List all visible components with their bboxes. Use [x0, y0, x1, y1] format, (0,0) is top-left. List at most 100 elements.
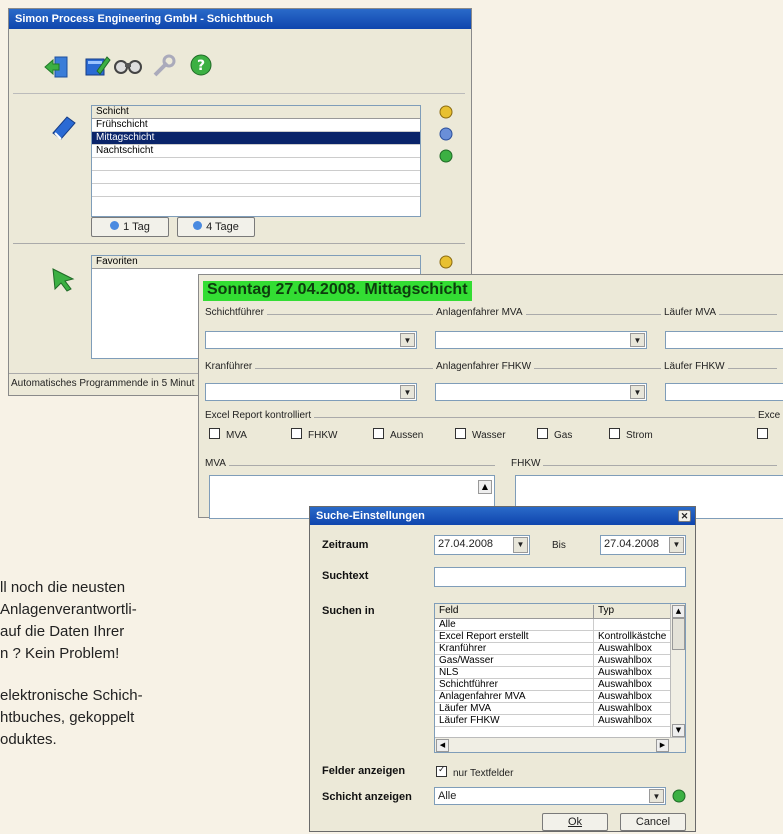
binoculars-icon[interactable] — [113, 55, 143, 75]
list-item[interactable] — [92, 184, 420, 197]
row-feld: Excel Report erstellt — [439, 631, 529, 642]
ok-button[interactable]: Ok — [542, 813, 608, 831]
close-button[interactable]: ✕ — [678, 510, 691, 522]
scroll-left-button[interactable]: ◀ — [436, 739, 449, 752]
check-strom[interactable]: Strom — [609, 428, 653, 441]
schicht-select[interactable]: Alle ▼ — [434, 787, 666, 805]
checkbox[interactable] — [209, 428, 220, 439]
favorites-header[interactable]: Favoriten — [92, 256, 420, 269]
search-dialog: Suche-Einstellungen ✕ Zeitraum 27.04.200… — [309, 506, 696, 832]
table-row[interactable]: Gas/Wasser Auswahlbox — [435, 655, 671, 667]
list-item[interactable] — [92, 158, 420, 171]
four-days-button[interactable]: 4 Tage — [177, 217, 255, 237]
kranfuehrer-label: Kranführer — [205, 361, 256, 372]
checkbox[interactable]: ✓ — [436, 764, 447, 777]
schichtfuehrer-select[interactable]: ▼ — [205, 331, 417, 349]
suchtext-label: Suchtext — [322, 570, 369, 582]
row-typ: Auswahlbox — [593, 667, 652, 678]
check-gas[interactable]: Gas — [537, 428, 572, 441]
checkbox[interactable] — [609, 428, 620, 439]
check-label: Strom — [626, 430, 653, 441]
wrench-icon[interactable] — [151, 53, 177, 79]
table-row[interactable]: Alle — [435, 619, 671, 631]
from-date-picker[interactable]: 27.04.2008 ▼ — [434, 535, 530, 555]
globe-icon — [110, 221, 120, 230]
checkbox[interactable] — [455, 428, 466, 439]
chevron-down-icon[interactable]: ▼ — [400, 385, 415, 399]
check-wasser[interactable]: Wasser — [455, 428, 506, 441]
table-row[interactable]: Kranführer Auswahlbox — [435, 643, 671, 655]
help-icon[interactable]: ? — [189, 53, 213, 77]
scroll-thumb[interactable] — [672, 618, 685, 650]
globe-icon — [193, 221, 203, 230]
checkbox[interactable] — [291, 428, 302, 439]
chevron-down-icon[interactable]: ▼ — [630, 333, 645, 347]
kranfuehrer-select[interactable]: ▼ — [205, 383, 417, 401]
list-item[interactable] — [92, 171, 420, 184]
table-row[interactable]: Anlagenfahrer MVA Auswahlbox — [435, 691, 671, 703]
chevron-down-icon[interactable]: ▼ — [630, 385, 645, 399]
felder-label: Felder anzeigen — [322, 765, 406, 777]
schichtfuehrer-label: Schichtführer — [205, 307, 267, 318]
laeufer-mva-select[interactable] — [665, 331, 783, 349]
row-typ: Auswahlbox — [593, 703, 652, 714]
book-edit-icon[interactable] — [83, 53, 111, 79]
anlagenfahrer-mva-label: Anlagenfahrer MVA — [433, 307, 526, 318]
checkbox[interactable] — [373, 428, 384, 439]
col-typ[interactable]: Typ — [593, 605, 614, 618]
checkbox[interactable] — [757, 428, 768, 439]
vertical-scrollbar[interactable]: ▲ ▼ — [670, 604, 685, 738]
check-icon[interactable] — [439, 149, 453, 163]
checkbox[interactable] — [537, 428, 548, 439]
check-fhkw[interactable]: FHKW — [291, 428, 337, 441]
table-row[interactable]: Läufer MVA Auswahlbox — [435, 703, 671, 715]
divider — [13, 243, 465, 244]
table-row[interactable]: Läufer FHKW Auswahlbox — [435, 715, 671, 727]
shift-list-header[interactable]: Schicht — [92, 106, 420, 119]
horizontal-scrollbar[interactable]: ◀ ▶ — [435, 737, 685, 752]
check-icon[interactable] — [672, 789, 686, 803]
add-favorite-icon[interactable] — [439, 255, 453, 269]
scroll-down-button[interactable]: ▼ — [672, 724, 685, 737]
table-row[interactable]: Excel Report erstellt Kontrollkästche — [435, 631, 671, 643]
anlagenfahrer-mva-select[interactable]: ▼ — [435, 331, 647, 349]
chevron-down-icon[interactable]: ▼ — [400, 333, 415, 347]
add-icon[interactable] — [439, 105, 453, 119]
check-label: Wasser — [472, 430, 506, 441]
scrollbar-up-button[interactable]: ▲ — [478, 480, 492, 494]
check-excel-extra[interactable] — [757, 428, 774, 441]
row-feld: Anlagenfahrer MVA — [439, 691, 526, 702]
search-fields-list[interactable]: Feld Typ Alle Excel Report erstellt Kontro… — [434, 603, 686, 753]
nur-textfelder-label: nur Textfelder — [453, 768, 514, 779]
row-feld: Läufer FHKW — [439, 715, 500, 726]
list-item[interactable]: Frühschicht — [92, 119, 420, 132]
chevron-down-icon[interactable]: ▼ — [649, 789, 664, 803]
scroll-right-button[interactable]: ▶ — [656, 739, 669, 752]
row-feld: Alle — [439, 619, 456, 630]
nur-textfelder-checkbox[interactable]: ✓ nur Textfelder — [436, 764, 514, 779]
check-label: FHKW — [308, 430, 338, 441]
list-item[interactable]: Mittagschicht — [92, 132, 420, 145]
check-mark-icon: ✓ — [438, 764, 446, 774]
one-day-button[interactable]: 1 Tag — [91, 217, 169, 237]
check-mva[interactable]: MVA — [209, 428, 247, 441]
info-icon[interactable] — [439, 127, 453, 141]
table-row[interactable]: Schichtführer Auswahlbox — [435, 679, 671, 691]
to-date-picker[interactable]: 27.04.2008 ▼ — [600, 535, 686, 555]
scroll-up-button[interactable]: ▲ — [672, 605, 685, 618]
search-rows: Alle Excel Report erstellt Kontrollkästche… — [435, 619, 671, 727]
check-aussen[interactable]: Aussen — [373, 428, 423, 441]
shift-list[interactable]: Schicht Frühschicht Mittagschicht Nachts… — [91, 105, 421, 217]
table-row[interactable]: NLS Auswahlbox — [435, 667, 671, 679]
chevron-down-icon[interactable]: ▼ — [669, 537, 684, 553]
laeufer-fhkw-select[interactable] — [665, 383, 783, 401]
col-feld[interactable]: Feld — [439, 605, 458, 616]
anlagenfahrer-fhkw-select[interactable]: ▼ — [435, 383, 647, 401]
fhkw-label: FHKW — [511, 458, 544, 469]
list-item[interactable]: Nachtschicht — [92, 145, 420, 158]
cancel-button[interactable]: Cancel — [620, 813, 686, 831]
exit-door-icon[interactable] — [43, 55, 71, 79]
search-text-input[interactable] — [434, 567, 686, 587]
chevron-down-icon[interactable]: ▼ — [513, 537, 528, 553]
main-window-title: Simon Process Engineering GmbH - Schicht… — [9, 9, 471, 29]
